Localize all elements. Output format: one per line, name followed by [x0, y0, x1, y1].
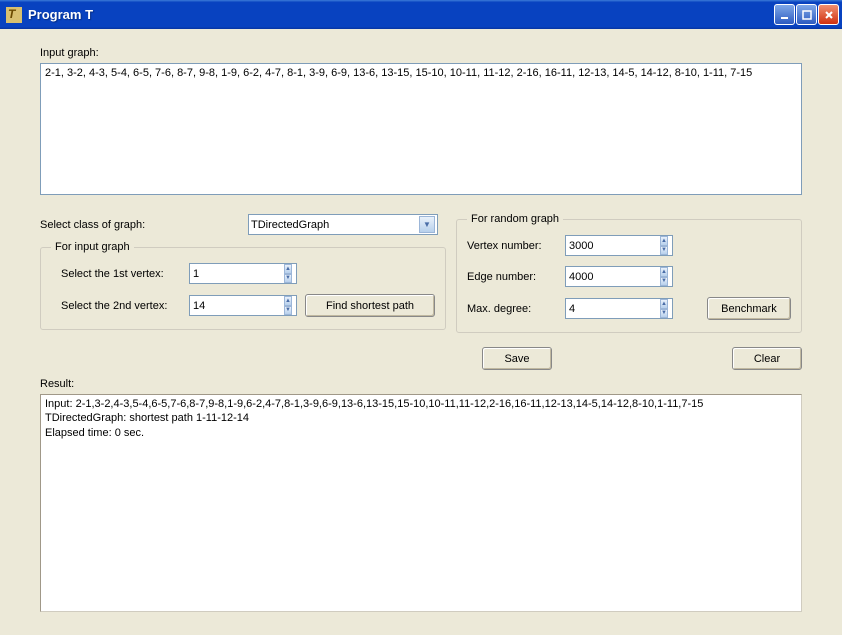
result-textarea[interactable]: Input: 2-1,3-2,4-3,5-4,6-5,7-6,8-7,9-8,1…	[40, 394, 802, 612]
spin-up-icon[interactable]: ▲	[660, 267, 668, 277]
graph-class-label: Select class of graph:	[40, 219, 240, 231]
edge-number-input[interactable]	[566, 267, 656, 286]
vertex1-label: Select the 1st vertex:	[61, 268, 181, 280]
vertex2-spinner[interactable]: ▲▼	[189, 295, 297, 316]
spin-down-icon[interactable]: ▼	[284, 306, 292, 316]
benchmark-button[interactable]: Benchmark	[707, 297, 791, 320]
input-graph-fieldset: For input graph Select the 1st vertex: ▲…	[40, 241, 446, 330]
input-graph-label: Input graph:	[40, 47, 802, 59]
vertex1-spinner[interactable]: ▲▼	[189, 263, 297, 284]
spin-up-icon[interactable]: ▲	[660, 299, 668, 309]
spin-up-icon[interactable]: ▲	[284, 296, 292, 306]
vertex-number-spinner[interactable]: ▲▼	[565, 235, 673, 256]
spin-up-icon[interactable]: ▲	[660, 236, 668, 246]
spin-down-icon[interactable]: ▼	[660, 277, 668, 287]
vertex2-input[interactable]	[190, 296, 280, 315]
close-icon	[824, 10, 834, 20]
max-degree-input[interactable]	[566, 299, 656, 318]
result-line: TDirectedGraph: shortest path 1-11-12-14	[45, 411, 797, 425]
find-shortest-path-button[interactable]: Find shortest path	[305, 294, 435, 317]
minimize-button[interactable]	[774, 4, 795, 25]
window-controls	[774, 4, 839, 25]
clear-button[interactable]: Clear	[732, 347, 802, 370]
edge-number-label: Edge number:	[467, 271, 557, 283]
edge-number-spinner[interactable]: ▲▼	[565, 266, 673, 287]
window-title: Program T	[28, 7, 774, 22]
chevron-down-icon: ▼	[419, 216, 435, 233]
result-line: Input: 2-1,3-2,4-3,5-4,6-5,7-6,8-7,9-8,1…	[45, 397, 797, 411]
spin-down-icon[interactable]: ▼	[660, 309, 668, 319]
max-degree-spinner[interactable]: ▲▼	[565, 298, 673, 319]
result-line: Elapsed time: 0 sec.	[45, 426, 797, 440]
spin-down-icon[interactable]: ▼	[284, 274, 292, 284]
random-graph-fieldset: For random graph Vertex number: ▲▼ Edge …	[456, 213, 802, 333]
max-degree-label: Max. degree:	[467, 303, 557, 315]
titlebar: Program T	[0, 0, 842, 29]
random-graph-legend: For random graph	[467, 213, 563, 225]
spin-up-icon[interactable]: ▲	[284, 264, 292, 274]
graph-class-combo[interactable]: TDirectedGraph ▼	[248, 214, 438, 235]
vertex-number-label: Vertex number:	[467, 240, 557, 252]
close-button[interactable]	[818, 4, 839, 25]
input-graph-legend: For input graph	[51, 241, 134, 253]
content-area: Input graph: 2-1, 3-2, 4-3, 5-4, 6-5, 7-…	[0, 29, 842, 635]
result-label: Result:	[40, 378, 802, 390]
save-button[interactable]: Save	[482, 347, 552, 370]
app-icon	[6, 7, 22, 23]
vertex2-label: Select the 2nd vertex:	[61, 300, 181, 312]
graph-class-value: TDirectedGraph	[251, 219, 329, 231]
minimize-icon	[780, 10, 790, 20]
maximize-icon	[802, 10, 812, 20]
vertex1-input[interactable]	[190, 264, 280, 283]
spin-down-icon[interactable]: ▼	[660, 246, 668, 256]
input-graph-textarea[interactable]: 2-1, 3-2, 4-3, 5-4, 6-5, 7-6, 8-7, 9-8, …	[40, 63, 802, 195]
maximize-button[interactable]	[796, 4, 817, 25]
vertex-number-input[interactable]	[566, 236, 656, 255]
